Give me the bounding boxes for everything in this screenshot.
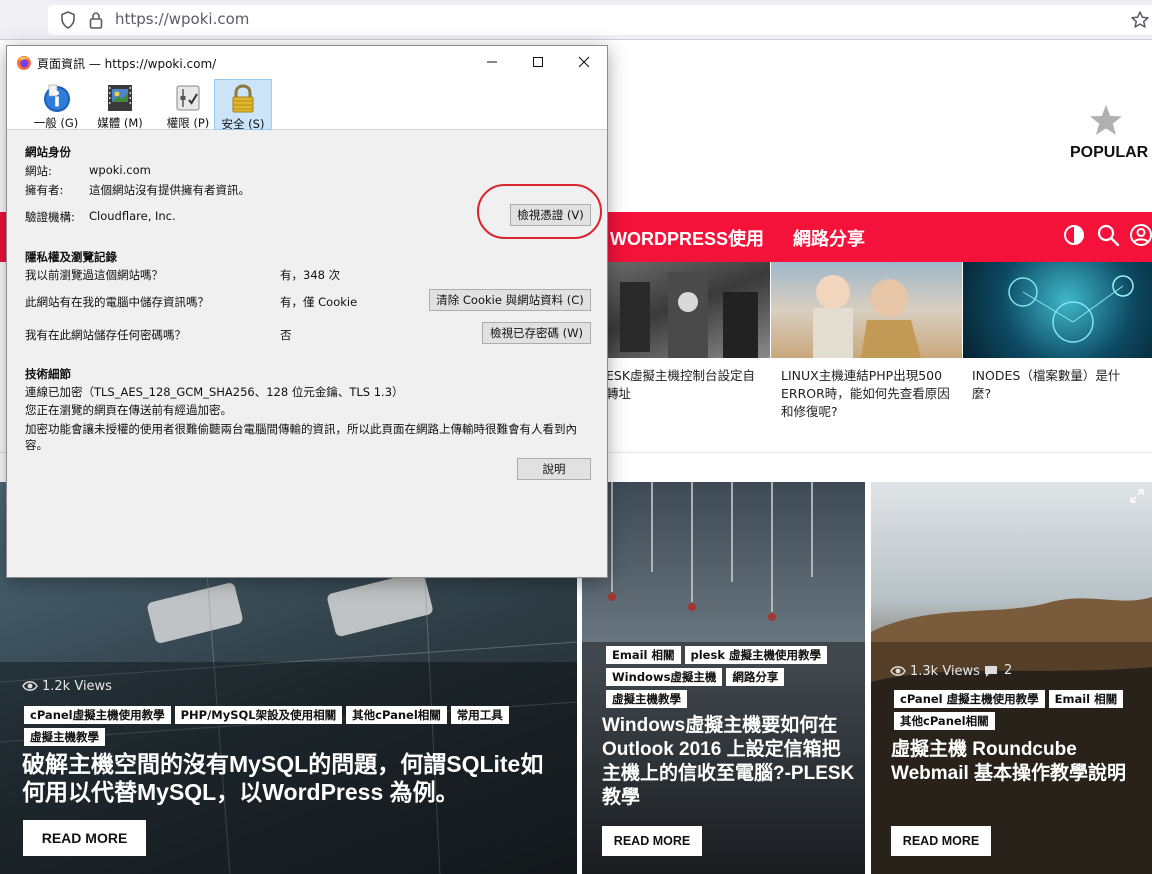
tag[interactable]: 網路分享 [726,668,785,686]
site-label: 網站: [25,164,52,178]
thumbnail-street-image[interactable] [608,262,770,358]
firefox-icon [17,56,31,70]
saved-password-question: 我有在此網站儲存任何密碼嗎？ [25,328,186,342]
help-button[interactable]: 說明 [517,458,591,480]
tag[interactable]: 其他cPanel相關 [346,706,447,724]
tag[interactable]: 虛擬主機教學 [606,690,687,708]
article-card-outlook[interactable]: Email 相關 plesk 虛擬主機使用教學 Windows虛擬主機 網路分享… [582,482,865,874]
tag[interactable]: cPanel 虛擬主機使用教學 [894,690,1045,708]
nav-item-wordpress[interactable]: WORDPRESS使用 [610,225,764,251]
comment-icon [985,666,997,677]
view-saved-passwords-button[interactable]: 檢視已存密碼 (W) [482,322,591,344]
minimize-button[interactable] [477,52,507,72]
tag-list: cPanel虛擬主機使用教學 PHP/MySQL架設及使用相關 其他cPanel… [24,706,554,746]
tag[interactable]: Email 相關 [1048,690,1124,708]
tag[interactable]: 虛擬主機教學 [24,728,105,746]
tab-general[interactable]: 一般 (G) [31,79,81,130]
article-card-roundcube[interactable]: 1.3k Views 2 cPanel 虛擬主機使用教學 Email 相關 其他… [871,482,1152,874]
views-count: 1.3k Views [910,664,980,679]
visited-question: 我以前瀏覽過這個網站嗎？ [25,268,163,282]
thumb-title-plesk[interactable]: ESK虛擬主機控制台設定自 轉址 [606,367,766,403]
identity-heading: 網站身份 [25,145,71,159]
thumb-title-inodes[interactable]: INODES（檔案數量）是什 麼? [972,367,1142,403]
stored-info-question: 此網站有在我的電腦中儲存資訊嗎？ [25,295,209,309]
close-icon [578,56,590,68]
info-icon [44,84,70,112]
privacy-heading: 隱私權及瀏覽記錄 [25,250,117,264]
tag[interactable]: 其他cPanel相關 [894,712,995,730]
owner-label: 擁有者: [25,183,64,197]
thumbnail-network-image[interactable] [963,262,1152,358]
encryption-explanation: 加密功能會讓未授權的使用者很難偷聽兩台電腦間傳輸的資訊，所以此頁面在網路上傳輸時… [25,422,577,452]
popular-star-icon [1090,105,1122,135]
saved-password-answer: 否 [280,328,292,342]
tab-media[interactable]: 媒體 (M) [93,79,147,130]
clear-cookies-button[interactable]: 清除 Cookie 與網站資料 (C) [429,289,591,311]
thumb-title-linux[interactable]: LINUX主機連結PHP出現500 ERROR時，能如何先查看原因 和修復呢? [781,367,959,421]
tab-label: 一般 (G) [33,116,79,130]
article-title[interactable]: 虛擬主機 Roundcube Webmail 基本操作教學說明 [891,738,1147,786]
tag-list: Email 相關 plesk 虛擬主機使用教學 Windows虛擬主機 網路分享… [606,646,856,708]
view-certificate-button[interactable]: 檢視憑證 (V) [510,204,591,226]
minimize-icon [487,61,497,63]
popular-label[interactable]: POPULAR [1070,144,1148,162]
tag[interactable]: PHP/MySQL架設及使用相關 [174,706,343,724]
permissions-icon [176,85,200,111]
dialog-titlebar[interactable]: 頁面資訊 — https://wpoki.com/ [7,46,607,78]
article-title[interactable]: Windows虛擬主機要如何在 Outlook 2016 上設定信箱把主機上的信… [602,714,858,810]
tab-permissions[interactable]: 權限 (P) [161,79,215,130]
expand-icon[interactable] [1129,488,1145,504]
encryption-info: 您正在瀏覽的網頁在傳送前有經過加密。 [25,403,232,417]
tab-label: 安全 (S) [221,117,265,131]
tab-label: 權限 (P) [166,116,210,130]
stored-info-answer: 有，僅 Cookie [280,295,358,309]
dialog-tab-toolbar: 一般 (G) 媒體 (M) 權限 (P) 安全 (S) [7,78,607,131]
tag[interactable]: 常用工具 [450,706,509,724]
thumbnail-family-image[interactable] [771,262,962,358]
lock-icon[interactable] [88,11,104,29]
tab-label: 媒體 (M) [97,116,143,130]
tag[interactable]: plesk 虛擬主機使用教學 [684,646,827,664]
maximize-icon [533,57,543,67]
browser-toolbar: https://wpoki.com [0,0,1152,40]
site-value: wpoki.com [89,163,151,177]
url-text[interactable]: https://wpoki.com [115,10,249,28]
tag[interactable]: Windows虛擬主機 [606,668,723,686]
views-eye-icon [22,681,38,691]
search-icon[interactable] [1096,223,1120,247]
bookmark-star-icon[interactable] [1130,10,1150,30]
read-more-button[interactable]: READ MORE [23,820,146,856]
verifier-label: 驗證機構: [25,210,75,224]
padlock-icon [232,84,254,113]
nav-item-network-share[interactable]: 網路分享 [793,225,865,251]
tag[interactable]: Email 相關 [606,646,681,664]
visited-answer: 有，348 次 [280,268,341,282]
maximize-button[interactable] [523,52,553,72]
read-more-button[interactable]: READ MORE [602,826,702,856]
owner-value: 這個網站沒有提供擁有者資訊。 [89,183,250,197]
read-more-button[interactable]: READ MORE [891,826,991,856]
dialog-title: 頁面資訊 — https://wpoki.com/ [37,57,217,71]
verifier-value: Cloudflare, Inc. [89,209,176,223]
page-info-dialog: 頁面資訊 — https://wpoki.com/ 一般 (G) 媒體 (M) … [6,45,608,578]
connection-info: 連線已加密（TLS_AES_128_GCM_SHA256、128 位元金鑰、TL… [25,385,404,399]
shield-icon[interactable] [60,11,76,29]
tag-list: cPanel 虛擬主機使用教學 Email 相關 其他cPanel相關 [894,690,1144,730]
technical-heading: 技術細節 [25,367,71,381]
tag[interactable]: cPanel虛擬主機使用教學 [24,706,171,724]
tab-security[interactable]: 安全 (S) [214,79,272,131]
dark-mode-icon[interactable] [1062,223,1086,247]
close-button[interactable] [569,52,599,72]
comment-count: 2 [1004,663,1013,678]
views-eye-icon [890,666,906,676]
views-count: 1.2k Views [42,679,112,694]
media-icon [108,85,132,111]
user-icon[interactable] [1129,223,1152,247]
article-title[interactable]: 破解主機空間的沒有MySQL的問題，何謂SQLite如何用以代替MySQL，以W… [22,750,562,806]
